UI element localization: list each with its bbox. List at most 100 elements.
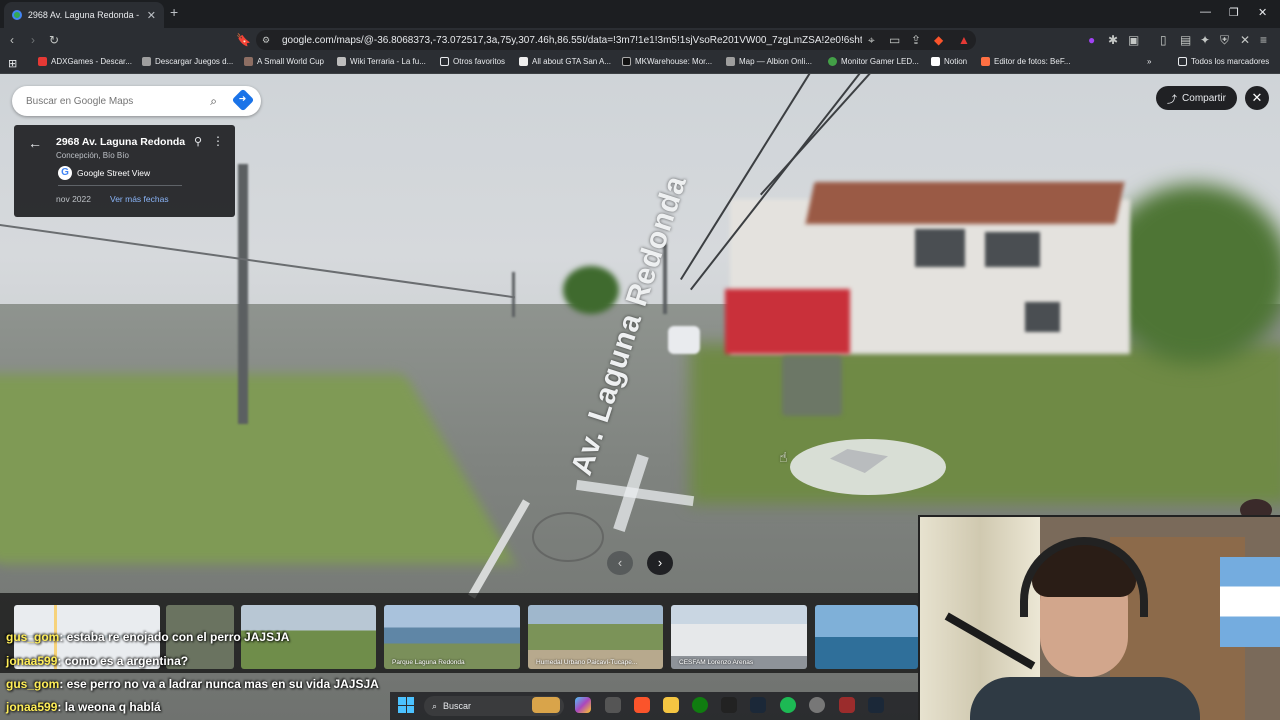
position-ring [532,512,604,562]
bookmark-item[interactable]: Editor de fotos: BeF... [981,57,1070,66]
search-icon[interactable]: ⌕ [210,94,217,109]
share-icon: ⤴ [1167,94,1178,106]
steam-icon[interactable] [868,697,884,713]
brave-rewards-icon[interactable]: ▲ [958,32,970,48]
cast-icon[interactable]: ▭ [889,32,900,48]
bookmark-favicon-icon [828,57,837,66]
bookmark-item[interactable]: Map — Albion Onli... [726,57,812,66]
house-window [985,232,1040,267]
obs-icon[interactable] [809,697,825,713]
bookmark-item[interactable]: A Small World Cup [244,57,324,66]
new-tab-icon[interactable]: + [170,4,178,20]
apps-grid-icon[interactable]: ⊞ [8,57,17,70]
photo-thumbnail[interactable] [815,605,918,669]
chat-message: gus_gom: ese perro no va a ladrar nunca … [6,677,379,691]
place-card: ← 2968 Av. Laguna Redonda Concepción, Bí… [14,125,235,217]
vpn-icon[interactable]: ⛨ [1220,32,1229,48]
bookmark-item[interactable]: Wiki Terraria - La fu... [337,57,426,66]
tree [563,266,619,314]
photo-thumbnail[interactable]: CESFAM Lorenzo Arenas [671,605,807,669]
photo-thumbnail[interactable]: Humedal Urbano Paicaví-Tucape... [528,605,663,669]
file-explorer-icon[interactable] [663,697,679,713]
windows-taskbar: ⌕ Buscar [390,692,920,720]
maps-search-box[interactable]: ⌕ ➜ [12,86,261,116]
steam-icon[interactable] [750,697,766,713]
app-icon[interactable] [839,697,855,713]
maximize-icon[interactable]: ❐ [1229,6,1239,19]
forward-icon[interactable]: › [31,32,35,48]
close-street-view-button[interactable]: ✕ [1245,86,1269,110]
screenshot-icon[interactable]: ▣ [1128,32,1139,48]
container [782,356,842,416]
maps-favicon-icon [12,10,22,20]
leo-icon[interactable]: ✦ [1200,32,1210,48]
bookmark-item[interactable]: MKWarehouse: Mor... [622,57,712,66]
bookmark-item[interactable]: Monitor Gamer LED... [828,57,919,66]
sidebar-icon[interactable]: ▯ [1160,32,1167,48]
back-icon[interactable]: ‹ [10,32,14,48]
webcam-overlay [918,515,1280,720]
url-text: google.com/maps/@-36.8068373,-73.072517,… [282,34,862,46]
all-bookmarks-folder[interactable]: Todos los marcadores [1178,57,1269,66]
start-icon[interactable] [398,697,414,713]
bookmark-favicon-icon [981,57,990,66]
share-button[interactable]: ⤴ Compartir [1156,86,1237,110]
bookmark-favicon-icon [622,57,631,66]
pin-icon[interactable]: ⚲ [194,135,202,148]
bookmark-favicon-icon [244,57,253,66]
copilot-icon[interactable] [575,697,591,713]
site-info-icon[interactable]: ⚙ [262,32,270,48]
share-page-icon[interactable]: ⇪ [911,32,921,48]
photo-thumbnail[interactable]: Parque Laguna Redonda [384,605,520,669]
wallet-icon[interactable]: ▤ [1180,32,1191,48]
reload-icon[interactable]: ↻ [49,32,59,48]
brave-shield-icon[interactable]: ◆ [934,32,943,48]
location-icon[interactable]: ⌖ [868,32,875,48]
tools-icon[interactable]: ✕ [1240,32,1250,48]
bookmark-item[interactable]: ADXGames - Descar... [38,57,132,66]
window-close-icon[interactable]: ✕ [1258,6,1267,19]
bookmark-icon[interactable]: 🔖 [236,32,251,48]
back-arrow-icon[interactable]: ← [28,135,42,151]
tab-close-icon[interactable]: ✕ [147,9,156,22]
previous-photos-button[interactable]: ‹ [607,551,633,575]
bookmark-favicon-icon [726,57,735,66]
more-dates-link[interactable]: Ver más fechas [110,194,169,204]
chat-message: gus_gom: estaba re enojado con el perro … [6,630,290,644]
brave-icon[interactable] [634,697,650,713]
puzzle-icon[interactable]: ✱ [1108,32,1118,48]
place-title: 2968 Av. Laguna Redonda [56,136,186,148]
house-window [1025,302,1060,332]
epic-games-icon[interactable] [721,697,737,713]
xbox-icon[interactable] [692,697,708,713]
divider [58,185,182,186]
browser-tab[interactable]: 2968 Av. Laguna Redonda - Goo ✕ [4,2,164,28]
search-input[interactable] [26,95,196,107]
bookmark-item[interactable]: Notion [931,57,967,66]
screen: 2968 Av. Laguna Redonda - Goo ✕ + — ❐ ✕ … [0,0,1280,720]
next-photos-button[interactable]: › [647,551,673,575]
bookmark-item[interactable]: All about GTA San A... [519,57,611,66]
utility-pole [238,164,248,424]
directions-icon[interactable]: ➜ [231,88,255,112]
grass-right [690,344,1280,504]
spotify-icon[interactable] [780,697,796,713]
tab-title: 2968 Av. Laguna Redonda - Goo [27,10,141,20]
place-subtitle: Concepción, Bío Bío [56,151,129,160]
bookmarks-bar: ⊞ ADXGames - Descar... Descargar Juegos … [0,52,1280,74]
folder-icon [1178,57,1187,66]
google-logo-icon: G [58,166,72,180]
chat-message: jonaa599: la weona q hablá [6,700,161,714]
more-options-icon[interactable]: ⋮ [212,134,224,148]
extension-icon[interactable]: ● [1088,32,1095,48]
bookmark-item[interactable]: Descargar Juegos d... [142,57,233,66]
more-bookmarks-icon[interactable]: » [1147,57,1151,66]
street-view-source: G Google Street View [58,166,150,180]
minimize-icon[interactable]: — [1200,6,1211,18]
red-wall [725,289,850,354]
menu-icon[interactable]: ≡ [1260,32,1267,48]
bookmark-favicon-icon [519,57,528,66]
widgets-icon[interactable] [532,697,560,713]
bookmark-folder[interactable]: Otros favoritos [440,57,505,66]
app-icon[interactable] [605,697,621,713]
